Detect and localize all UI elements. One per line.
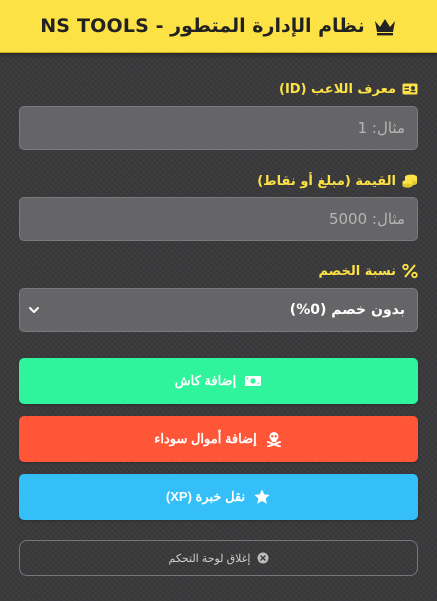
player-id-label: معرف اللاعب (ID) bbox=[19, 80, 418, 98]
id-card-icon bbox=[402, 83, 418, 95]
percent-icon bbox=[402, 264, 418, 278]
close-panel-button[interactable]: إغلاق لوحة التحكم bbox=[19, 540, 418, 576]
close-circle-icon bbox=[257, 552, 268, 564]
amount-input[interactable] bbox=[19, 197, 418, 241]
skull-crossbones-icon bbox=[266, 432, 281, 447]
add-cash-button[interactable]: إضافة كاش bbox=[19, 358, 418, 404]
coins-icon bbox=[402, 174, 417, 188]
add-cash-label: إضافة كاش bbox=[174, 373, 237, 388]
player-id-label-text: معرف اللاعب (ID) bbox=[278, 81, 396, 97]
money-bill-icon bbox=[245, 376, 262, 386]
transfer-xp-label: نقل خبرة (XP) bbox=[165, 489, 246, 504]
amount-label: القيمة (مبلغ أو نقاط) bbox=[19, 172, 418, 190]
add-black-money-label: إضافة أموال سوداء bbox=[154, 431, 257, 446]
star-icon bbox=[254, 489, 270, 504]
player-id-input[interactable] bbox=[19, 106, 418, 150]
discount-label: نسبة الخصم bbox=[19, 262, 418, 280]
app-header: نظام الإدارة المتطور - NS TOOLS bbox=[0, 0, 437, 53]
add-black-money-button[interactable]: إضافة أموال سوداء bbox=[19, 416, 418, 462]
discount-label-text: نسبة الخصم bbox=[318, 263, 396, 279]
discount-select[interactable]: بدون خصم (0%) bbox=[19, 288, 418, 332]
crown-icon bbox=[374, 19, 395, 36]
chevron-down-icon bbox=[29, 307, 39, 313]
transfer-xp-button[interactable]: نقل خبرة (XP) bbox=[19, 474, 418, 520]
discount-selected-value: بدون خصم (0%) bbox=[289, 302, 405, 318]
amount-label-text: القيمة (مبلغ أو نقاط) bbox=[257, 173, 396, 189]
app-title: نظام الإدارة المتطور - NS TOOLS bbox=[40, 15, 365, 37]
close-panel-label: إغلاق لوحة التحكم bbox=[168, 552, 251, 565]
